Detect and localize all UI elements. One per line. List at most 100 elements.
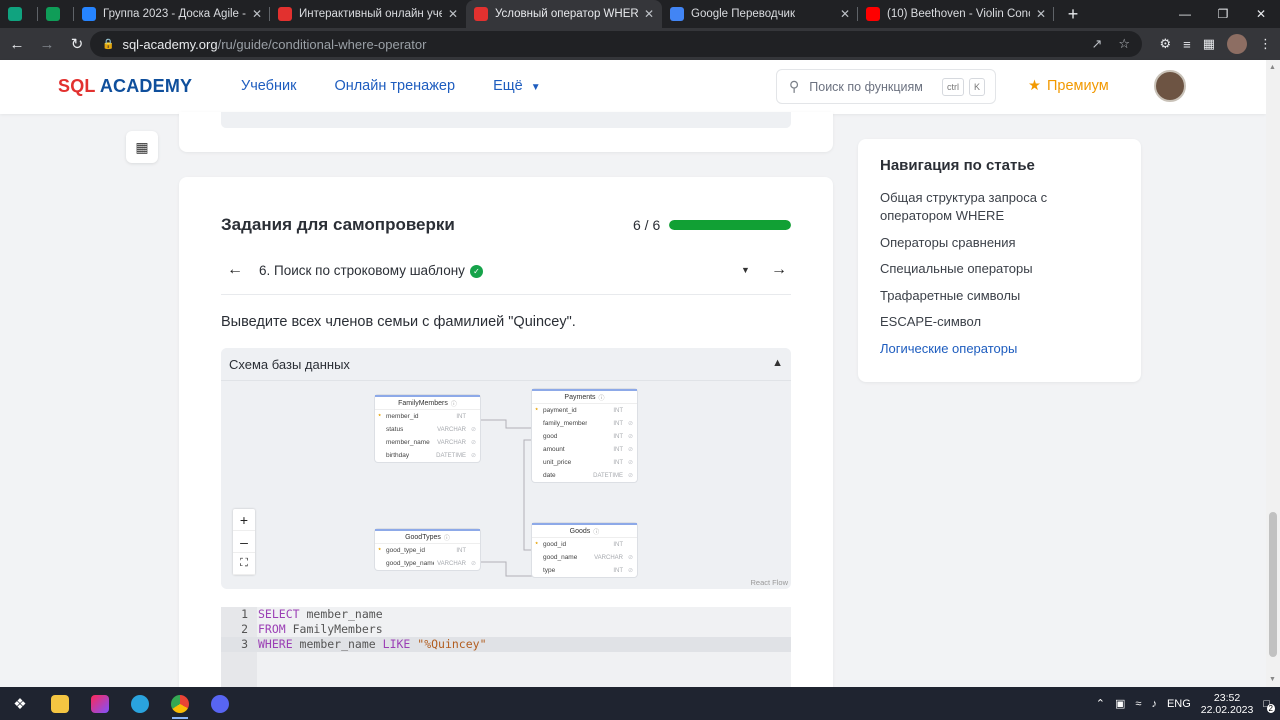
column-type: INT bbox=[456, 547, 466, 554]
scroll-down-icon[interactable]: ▼ bbox=[1269, 676, 1276, 683]
article-nav-item[interactable]: Трафаретные символы bbox=[880, 287, 1120, 305]
menu-kebab-icon[interactable]: ⋮ bbox=[1259, 36, 1272, 52]
info-icon[interactable]: ⓘ bbox=[451, 399, 457, 408]
sql-editor[interactable]: 1 SELECT member_name 2 FROM FamilyMembers 3 W… bbox=[221, 607, 791, 697]
close-icon[interactable]: ✕ bbox=[1242, 0, 1280, 28]
sql-identifier: FamilyMembers bbox=[285, 622, 383, 636]
schema-table-payments[interactable]: Payments ⓘ ⭑ payment_id INT family_member INT ⊘… bbox=[532, 389, 637, 482]
chevron-up-icon[interactable]: ▲ bbox=[772, 357, 783, 369]
map-icon[interactable]: ▦ bbox=[126, 131, 158, 163]
tab-close-icon[interactable]: ✕ bbox=[448, 7, 458, 21]
tray-chevron-icon[interactable]: ⌃ bbox=[1096, 697, 1105, 710]
share-icon[interactable]: ↗ bbox=[1091, 36, 1102, 52]
wifi-icon[interactable]: ≈ bbox=[1135, 698, 1141, 710]
browser-tab-3[interactable]: Интерактивный онлайн учебник ✕ bbox=[270, 0, 466, 28]
zoom-in-icon[interactable]: + bbox=[233, 509, 255, 531]
schema-canvas[interactable]: FamilyMembers ⓘ ⭑ member_id INT status VARCHAR… bbox=[221, 381, 791, 589]
search-input[interactable]: ⚲ Поиск по функциям ctrl K bbox=[776, 69, 996, 104]
profile-avatar[interactable] bbox=[1227, 34, 1247, 54]
new-tab-button[interactable]: + bbox=[1062, 3, 1084, 25]
zoom-out-icon[interactable]: – bbox=[233, 531, 255, 553]
code-line[interactable]: 2 FROM FamilyMembers bbox=[221, 622, 791, 637]
file-explorer-icon[interactable] bbox=[40, 687, 80, 720]
browser-tab-4[interactable]: Условный оператор WHERE ✕ bbox=[466, 0, 662, 28]
primary-key-icon: ⭑ bbox=[378, 547, 382, 553]
nav-tutorial[interactable]: Учебник bbox=[241, 78, 296, 94]
info-icon[interactable]: ⓘ bbox=[599, 393, 605, 402]
reading-list-icon[interactable]: ≡ bbox=[1183, 37, 1191, 52]
tab-close-icon[interactable]: ✕ bbox=[644, 7, 654, 21]
nullable-icon: ⊘ bbox=[470, 440, 476, 446]
lock-icon[interactable]: 🔒 bbox=[102, 39, 114, 50]
article-nav-list: Общая структура запроса с оператором WHE… bbox=[880, 189, 1120, 366]
back-icon[interactable]: ← bbox=[4, 31, 30, 57]
nav-trainer[interactable]: Онлайн тренажер bbox=[334, 78, 455, 94]
code-line[interactable]: 3 WHERE member_name LIKE "%Quincey" bbox=[221, 637, 791, 652]
prev-task-arrow-icon[interactable]: ← bbox=[227, 261, 243, 279]
article-nav-item[interactable]: Операторы сравнения bbox=[880, 234, 1120, 252]
nullable-icon: ⊘ bbox=[627, 434, 633, 440]
side-panel-icon[interactable]: ▦ bbox=[1203, 36, 1215, 52]
clock[interactable]: 23:52 22.02.2023 bbox=[1201, 692, 1254, 716]
schema-column-row: good_name VARCHAR ⊘ bbox=[532, 551, 637, 564]
schema-table-goodtypes[interactable]: GoodTypes ⓘ ⭑ good_type_id INT good_type_name… bbox=[375, 529, 480, 570]
premium-link[interactable]: ★ Премиум bbox=[1028, 78, 1109, 94]
article-nav-item[interactable]: ESCAPE-символ bbox=[880, 313, 1120, 331]
tab-close-icon[interactable]: ✕ bbox=[252, 7, 262, 21]
task-dropdown-icon[interactable]: ▼ bbox=[741, 265, 750, 275]
schema-column-row: good INT ⊘ bbox=[532, 430, 637, 443]
scroll-up-icon[interactable]: ▲ bbox=[1269, 64, 1276, 71]
browser-tab-5[interactable]: Google Переводчик ✕ bbox=[662, 0, 858, 28]
site-logo[interactable]: SQL ACADEMY bbox=[58, 76, 192, 97]
url-host: sql-academy.org bbox=[122, 36, 218, 52]
reload-icon[interactable]: ↻ bbox=[64, 31, 90, 57]
schema-table-familymembers[interactable]: FamilyMembers ⓘ ⭑ member_id INT status VARCHAR… bbox=[375, 395, 480, 462]
article-nav-item[interactable]: Общая структура запроса с оператором WHE… bbox=[880, 189, 1120, 225]
windows-start-icon[interactable]: ❖ bbox=[0, 687, 40, 720]
maximize-icon[interactable]: ❐ bbox=[1204, 0, 1242, 28]
nav-more[interactable]: Ещё ▼ bbox=[493, 78, 541, 94]
fit-view-icon[interactable]: ⛶ bbox=[233, 553, 255, 575]
article-nav-item[interactable]: Специальные операторы bbox=[880, 260, 1120, 278]
progress-bar bbox=[669, 220, 791, 230]
battery-icon[interactable]: ▣ bbox=[1115, 697, 1125, 710]
tab-close-icon[interactable]: ✕ bbox=[840, 7, 850, 21]
scrollbar-thumb[interactable] bbox=[1269, 512, 1277, 657]
address-bar[interactable]: 🔒 sql-academy.org/ru/guide/conditional-w… bbox=[90, 31, 1142, 57]
telegram-icon[interactable] bbox=[120, 687, 160, 720]
column-type: VARCHAR bbox=[437, 426, 466, 433]
schema-column-row: member_name VARCHAR ⊘ bbox=[375, 436, 480, 449]
minimize-icon[interactable]: — bbox=[1166, 0, 1204, 28]
extensions-icon[interactable]: ⚙ bbox=[1159, 36, 1171, 52]
browser-tab-6[interactable]: (10) Beethoven - Violin Conc ✕ bbox=[858, 0, 1054, 28]
react-flow-attribution[interactable]: React Flow bbox=[750, 578, 788, 587]
chrome-taskbar-icon[interactable] bbox=[160, 687, 200, 720]
browser-tab-0[interactable] bbox=[0, 0, 38, 28]
volume-icon[interactable]: ♪ bbox=[1151, 698, 1157, 710]
article-nav-item[interactable]: Логические операторы bbox=[880, 340, 1120, 358]
bookmark-star-icon[interactable]: ☆ bbox=[1118, 36, 1130, 52]
user-avatar[interactable] bbox=[1154, 70, 1186, 102]
browser-tab-1[interactable] bbox=[38, 0, 74, 28]
info-icon[interactable]: ⓘ bbox=[444, 533, 450, 542]
schema-table-goods[interactable]: Goods ⓘ ⭑ good_id INT good_name VARCHAR ⊘ type IN… bbox=[532, 523, 637, 577]
info-icon[interactable]: ⓘ bbox=[593, 527, 599, 536]
page-scrollbar[interactable]: ▲ ▼ bbox=[1266, 60, 1280, 687]
code-line[interactable]: 1 SELECT member_name bbox=[221, 607, 791, 622]
tab-close-icon[interactable]: ✕ bbox=[1036, 7, 1046, 21]
schema-column-row: ⭑ member_id INT bbox=[375, 410, 480, 423]
column-type: VARCHAR bbox=[594, 554, 623, 561]
notifications-icon[interactable]: □ 2 bbox=[1263, 698, 1275, 713]
task-title[interactable]: 6. Поиск по строковому шаблону ✓ bbox=[259, 263, 483, 278]
jetbrains-icon[interactable] bbox=[80, 687, 120, 720]
nullable-icon: ⊘ bbox=[627, 460, 633, 466]
language-indicator[interactable]: ENG bbox=[1167, 698, 1191, 710]
forward-icon[interactable]: → bbox=[34, 31, 60, 57]
discord-icon[interactable] bbox=[200, 687, 240, 720]
sql-identifier: member_name bbox=[299, 607, 383, 621]
notification-count: 2 bbox=[1266, 703, 1275, 713]
schema-header[interactable]: Схема базы данных ▲ bbox=[221, 348, 791, 381]
browser-tab-2[interactable]: Группа 2023 - Доска Agile - IT-h ✕ bbox=[74, 0, 270, 28]
nullable-icon: ⊘ bbox=[627, 555, 633, 561]
next-task-arrow-icon[interactable]: → bbox=[771, 261, 787, 279]
